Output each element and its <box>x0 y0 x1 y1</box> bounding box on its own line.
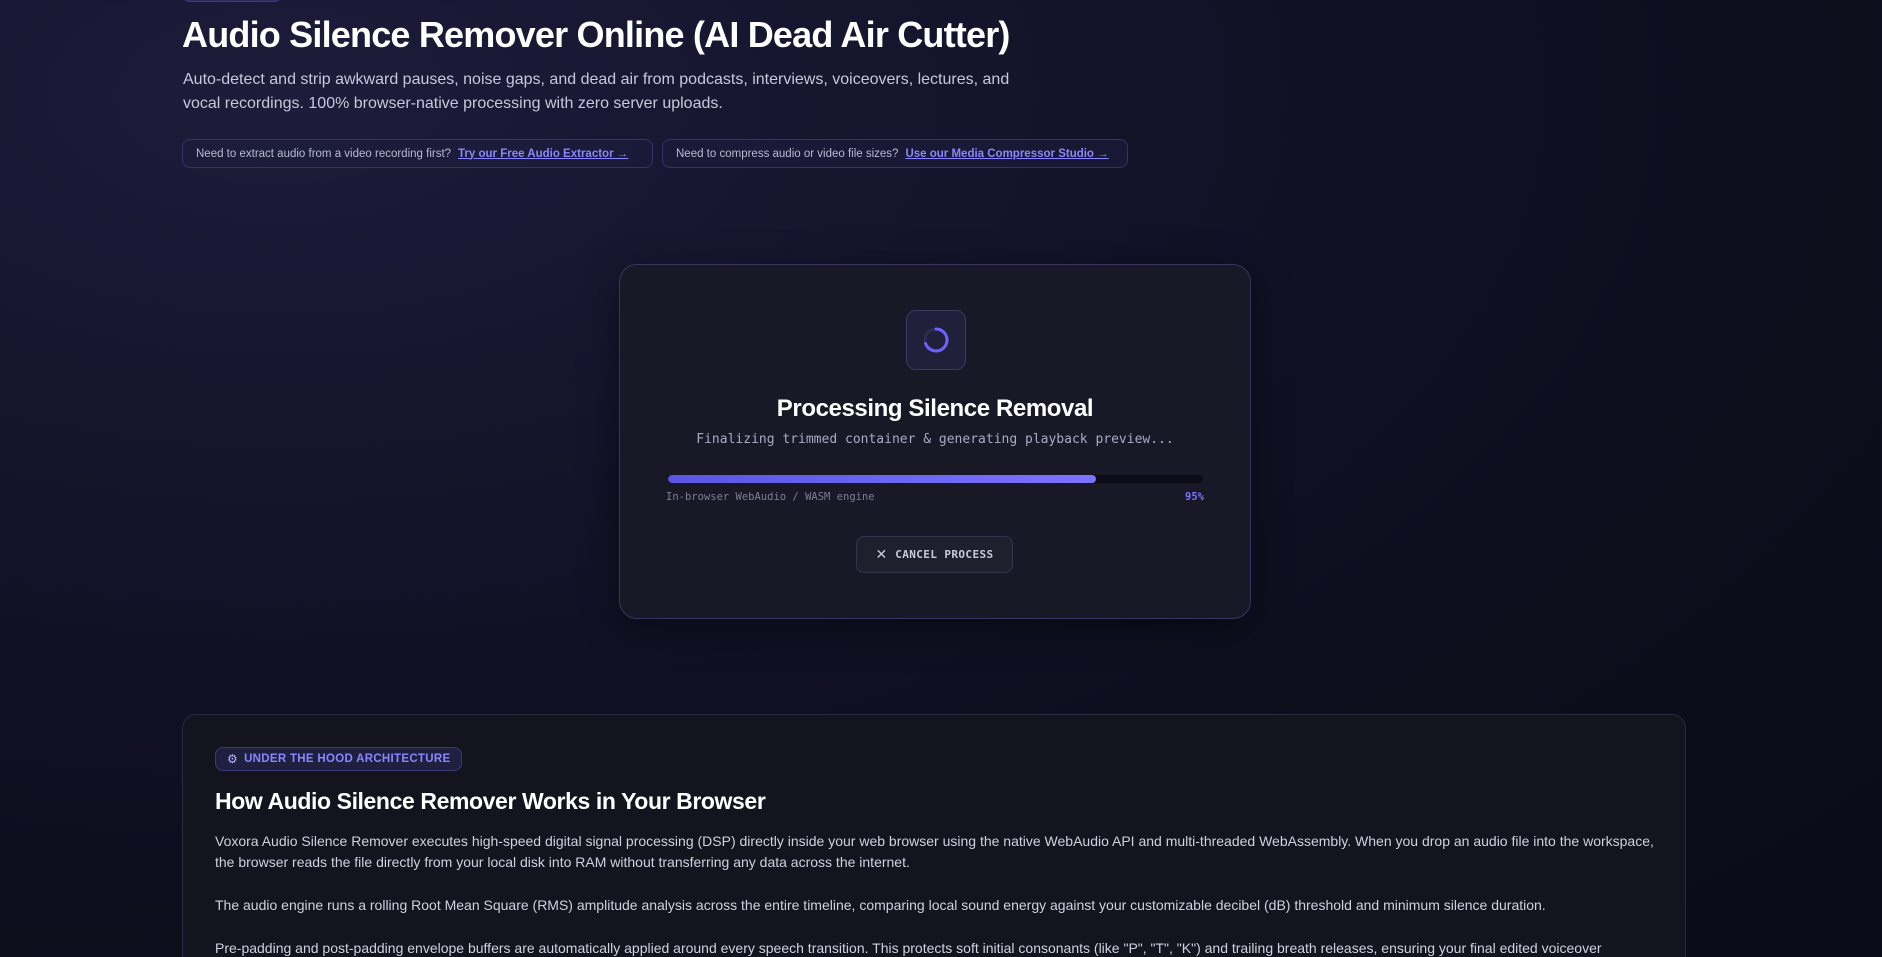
architecture-card: ⚙ UNDER THE HOOD ARCHITECTURE How Audio … <box>182 714 1686 957</box>
gear-icon: ⚙ <box>227 752 239 766</box>
page-title: Audio Silence Remover Online (AI Dead Ai… <box>182 14 1010 55</box>
processing-title: Processing Silence Removal <box>776 395 1094 422</box>
media-compressor-hint: Need to compress audio or video file siz… <box>662 139 1128 168</box>
top-badge-edge <box>182 0 282 2</box>
architecture-badge: ⚙ UNDER THE HOOD ARCHITECTURE <box>215 747 463 771</box>
audio-extractor-hint: Need to extract audio from a video recor… <box>182 139 653 168</box>
cancel-label: CANCEL PROCESS <box>895 548 994 561</box>
hint-text: Need to compress audio or video file siz… <box>676 147 899 160</box>
progress-bar <box>668 475 1203 483</box>
paragraph: The audio engine runs a rolling Root Mea… <box>215 897 1546 913</box>
cancel-process-button[interactable]: ✕ CANCEL PROCESS <box>856 536 1013 573</box>
badge-label: UNDER THE HOOD ARCHITECTURE <box>244 753 451 765</box>
section-title: How Audio Silence Remover Works in Your … <box>215 788 766 814</box>
page-subtitle: Auto-detect and strip awkward pauses, no… <box>183 71 1010 112</box>
progress-percent: 95% <box>1185 491 1204 503</box>
progress-fill <box>668 475 1096 483</box>
processing-card: Processing Silence Removal Finalizing tr… <box>619 264 1251 619</box>
engine-label: In-browser WebAudio / WASM engine <box>666 491 875 503</box>
spinner-icon <box>906 310 966 370</box>
processing-status: Finalizing trimmed container & generatin… <box>696 432 1174 447</box>
paragraph: Pre-padding and post-padding envelope bu… <box>215 940 1602 956</box>
close-icon: ✕ <box>875 546 888 562</box>
media-compressor-link[interactable]: Use our Media Compressor Studio → <box>905 148 1108 160</box>
audio-extractor-link[interactable]: Try our Free Audio Extractor → <box>458 148 628 160</box>
paragraph: Voxora Audio Silence Remover executes hi… <box>215 833 1654 870</box>
hint-text: Need to extract audio from a video recor… <box>196 147 452 160</box>
